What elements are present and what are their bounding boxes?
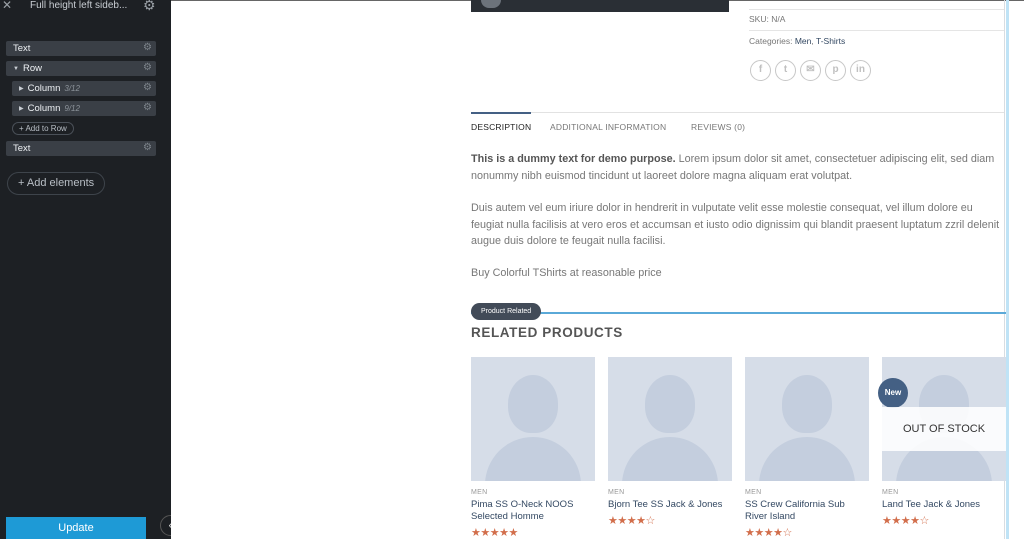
section-badge[interactable]: Product Related xyxy=(471,303,542,320)
tree-item-label: Column xyxy=(27,103,61,114)
tabs-divider xyxy=(471,112,1004,113)
facebook-icon[interactable]: f xyxy=(750,60,771,81)
gear-icon[interactable]: ⚙ xyxy=(143,102,152,113)
tab-description[interactable]: DESCRIPTION xyxy=(471,122,531,132)
star-rating: ★★★★★ xyxy=(471,527,518,539)
tree-item-label: Text xyxy=(13,43,31,54)
builder-sidebar: ✕ Full height left sideb... ⚙ Text ⚙ ▼ R… xyxy=(0,0,171,539)
sidebar-title: Full height left sideb... xyxy=(30,0,128,11)
product-categories: Categories: Men, T-Shirts xyxy=(749,36,846,46)
product-placeholder-image[interactable] xyxy=(471,357,595,481)
section-divider xyxy=(471,312,1006,314)
description-lead: This is a dummy text for demo purpose. xyxy=(471,153,676,165)
tree-item-column[interactable]: ▶ Column 3/12 ⚙ xyxy=(12,81,156,96)
linkedin-icon[interactable]: in xyxy=(850,60,871,81)
column-size: 3/12 xyxy=(64,84,80,93)
column-size: 9/12 xyxy=(64,104,80,113)
gear-icon[interactable]: ⚙ xyxy=(143,62,152,73)
tree-item-label: Text xyxy=(13,143,31,154)
gear-icon[interactable]: ⚙ xyxy=(143,42,152,53)
gear-icon[interactable]: ⚙ xyxy=(143,82,152,93)
tree-item-text[interactable]: Text ⚙ xyxy=(6,141,156,156)
product-category: MEN xyxy=(882,489,899,496)
tab-reviews[interactable]: REVIEWS (0) xyxy=(691,122,745,132)
email-icon[interactable]: ✉ xyxy=(800,60,821,81)
product-name[interactable]: Pima SS O-Neck NOOS Selected Homme xyxy=(471,499,595,523)
product-category: MEN xyxy=(745,489,762,496)
product-category: MEN xyxy=(608,489,625,496)
product-placeholder-image[interactable] xyxy=(745,357,869,481)
product-placeholder-image[interactable] xyxy=(608,357,732,481)
active-tab-indicator xyxy=(471,112,531,114)
tree-item-column[interactable]: ▶ Column 9/12 ⚙ xyxy=(12,101,156,116)
product-category: MEN xyxy=(471,489,488,496)
product-card[interactable]: MEN Bjorn Tee SS Jack & Jones ★★★★☆ xyxy=(608,357,732,527)
product-image[interactable] xyxy=(471,0,729,12)
category-link-tshirts[interactable]: T-Shirts xyxy=(816,36,845,46)
star-rating: ★★★★☆ xyxy=(882,515,929,527)
divider xyxy=(749,30,1004,31)
twitter-icon[interactable]: t xyxy=(775,60,796,81)
description-paragraph: Duis autem vel eum iriure dolor in hendr… xyxy=(471,202,1000,247)
product-card[interactable]: MEN SS Crew California Sub River Island … xyxy=(745,357,869,539)
tree-item-text[interactable]: Text ⚙ xyxy=(6,41,156,56)
related-products-title: RELATED PRODUCTS xyxy=(471,325,623,340)
categories-label: Categories: xyxy=(749,36,793,46)
star-rating: ★★★★☆ xyxy=(608,515,655,527)
close-icon[interactable]: ✕ xyxy=(2,0,12,12)
scrollbar-track[interactable] xyxy=(1006,0,1009,539)
product-name[interactable]: SS Crew California Sub River Island xyxy=(745,499,869,523)
category-link-men[interactable]: Men xyxy=(795,36,812,46)
tab-additional-information[interactable]: ADDITIONAL INFORMATION xyxy=(550,122,666,132)
gear-icon[interactable]: ⚙ xyxy=(143,0,156,14)
update-button[interactable]: Update xyxy=(6,517,146,539)
description-paragraph: This is a dummy text for demo purpose. L… xyxy=(471,151,1006,184)
add-elements-button[interactable]: + Add elements xyxy=(7,172,106,195)
tree-item-label: Row xyxy=(22,63,42,74)
product-sku: SKU: N/A xyxy=(749,14,786,24)
out-of-stock-label: OUT OF STOCK xyxy=(882,407,1006,451)
gear-icon[interactable]: ⚙ xyxy=(143,142,152,153)
sidebar-header: ✕ Full height left sideb... ⚙ xyxy=(0,0,171,14)
divider xyxy=(749,9,1004,10)
pinterest-icon[interactable]: p xyxy=(825,60,846,81)
new-badge: New xyxy=(878,378,908,408)
tree-item-label: Column xyxy=(27,83,61,94)
product-name[interactable]: Bjorn Tee SS Jack & Jones xyxy=(608,499,732,511)
product-name[interactable]: Land Tee Jack & Jones xyxy=(882,499,1006,511)
tree-item-row[interactable]: ▼ Row ⚙ xyxy=(6,61,156,76)
add-to-row-button[interactable]: + Add to Row xyxy=(12,122,74,135)
star-rating: ★★★★☆ xyxy=(745,527,792,539)
description-paragraph: Buy Colorful TShirts at reasonable price xyxy=(471,267,662,279)
product-card[interactable]: MEN Pima SS O-Neck NOOS Selected Homme ★… xyxy=(471,357,595,539)
